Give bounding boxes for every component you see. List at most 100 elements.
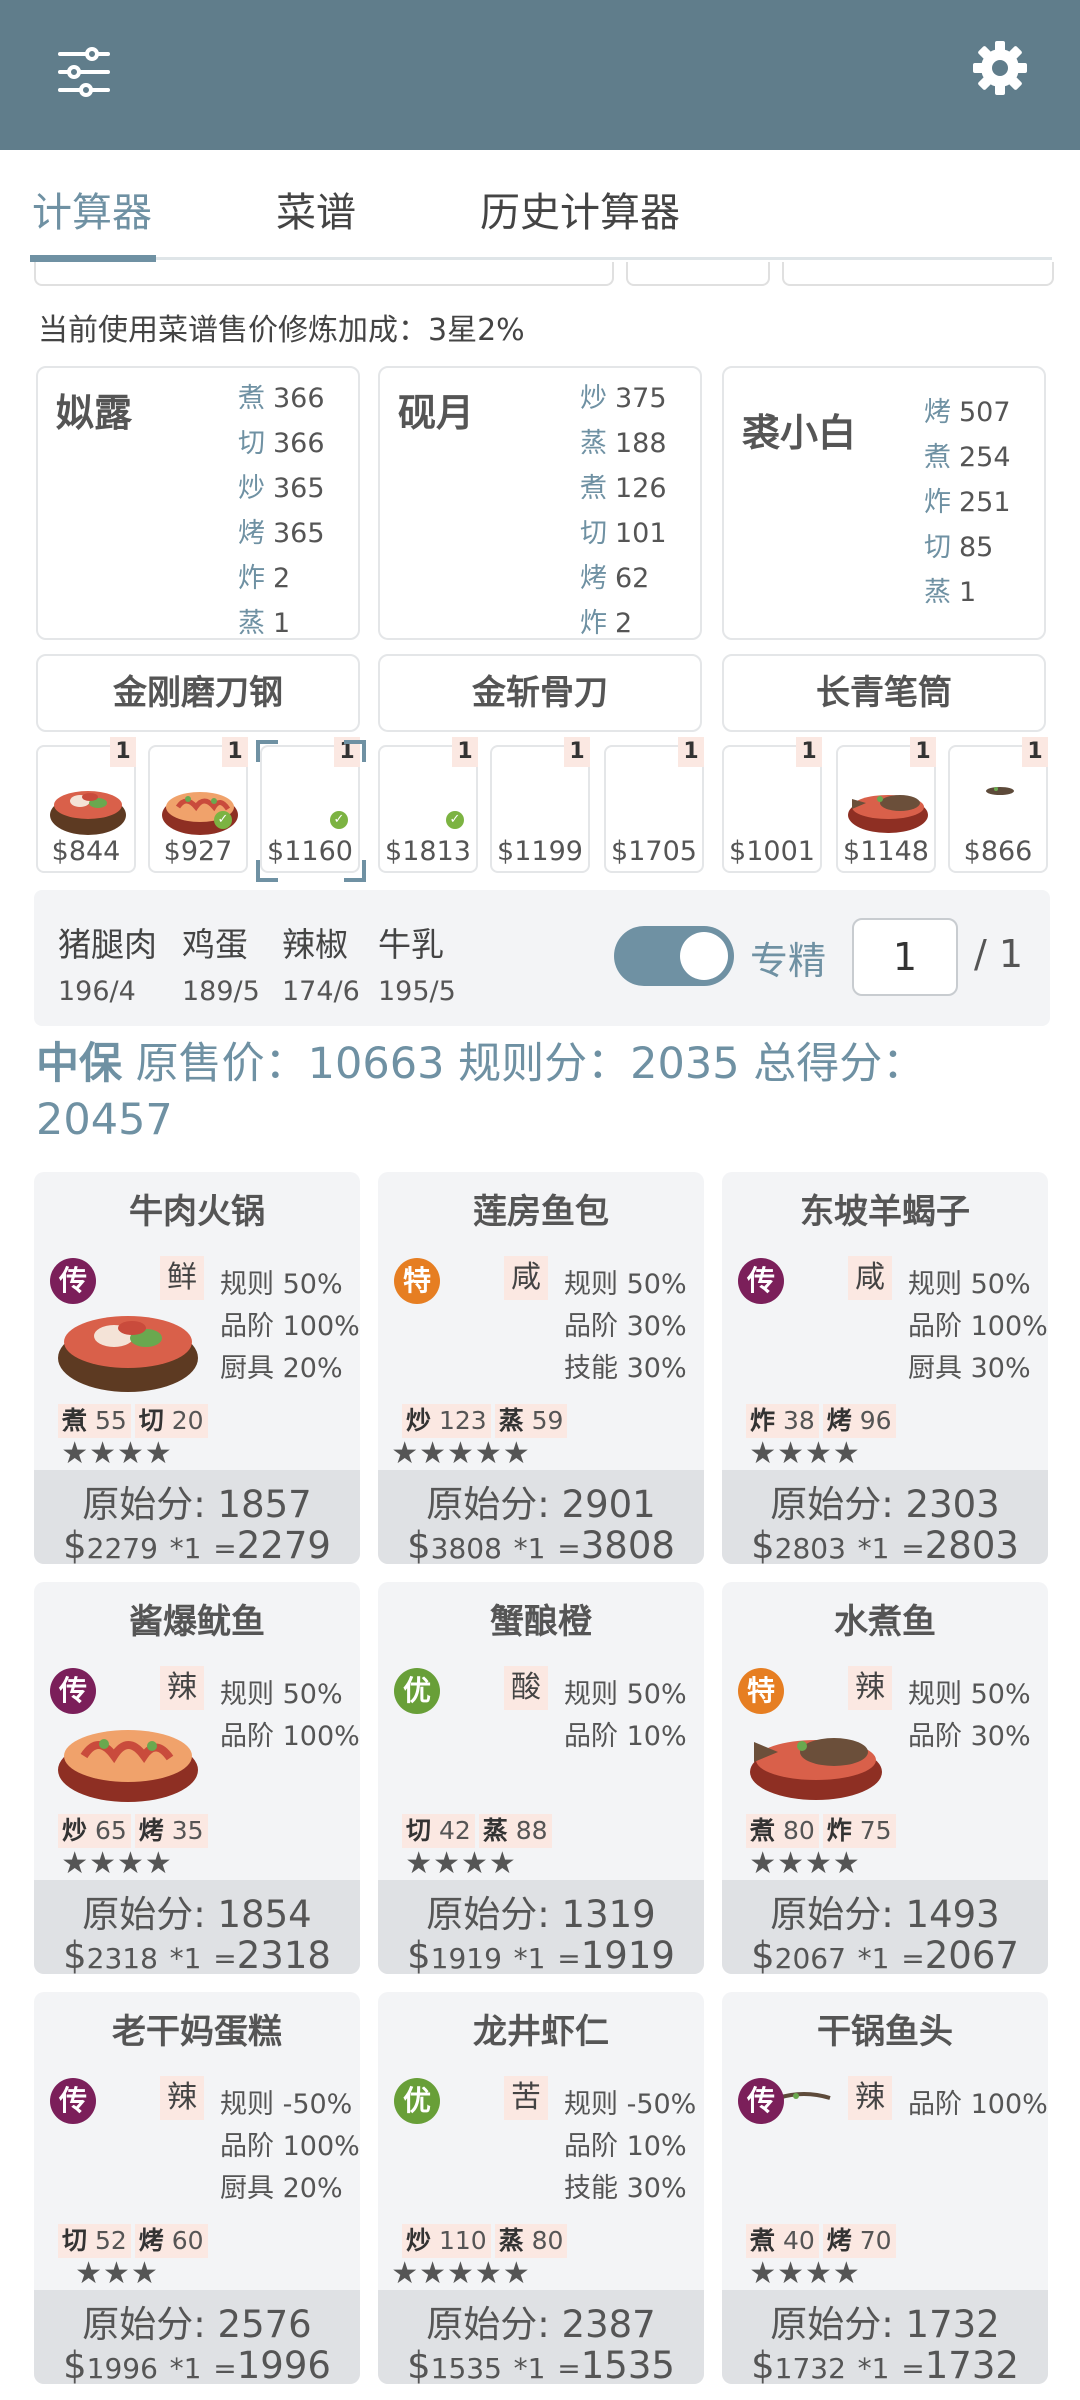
recipe-slot[interactable]: 1 $844 — [36, 737, 136, 873]
rarity-badge: 优 — [394, 2078, 440, 2124]
rarity-badge: 传 — [738, 1258, 784, 1304]
dish-rules: 规则 50% 品阶 100% 厨具 30% — [908, 1262, 1048, 1388]
dish-icon — [986, 787, 1014, 795]
recipe-slot[interactable]: 1 $866 — [948, 737, 1048, 873]
tab-bar: 计算器 菜谱 历史计算器 — [0, 150, 1080, 262]
quantity-input[interactable]: 1 — [852, 918, 958, 996]
raw-score: 原始分: 2303 — [770, 1483, 1000, 1526]
recipe-slot[interactable]: ✓ 1 $927 — [148, 737, 248, 873]
chef-skill: 蒸 188 — [580, 428, 667, 459]
tab-history-calculator[interactable]: 历史计算器 — [480, 180, 680, 238]
score-box: 原始分: 1732 $1732 *1 =1732 — [722, 2290, 1048, 2384]
sliders-icon[interactable] — [56, 44, 112, 100]
dish-card[interactable]: 东坡羊蝎子 传 咸 规则 50% 品阶 100% 厨具 30% 炸 38 烤 96 ★… — [722, 1172, 1048, 1564]
dish-name: 牛肉火锅 — [129, 1192, 265, 1232]
rule-line: 品阶 30% — [908, 1721, 1031, 1752]
check-icon: ✓ — [214, 811, 232, 829]
rarity-badge: 传 — [50, 1258, 96, 1304]
score-box: 原始分: 2901 $3808 *1 =3808 — [378, 1470, 704, 1564]
ingredient-item: 牛乳 195/5 — [378, 925, 456, 1007]
chef-card[interactable]: 裘小白 烤 507 煮 254 炸 251 切 85 蒸1 — [722, 366, 1046, 640]
chef-skill: 烤 62 — [580, 563, 650, 594]
equipment-button[interactable]: 金刚磨刀钢 — [36, 654, 360, 732]
rule-line: 规则 -50% — [564, 2089, 697, 2120]
dish-card[interactable]: 牛肉火锅 传 鲜 规则 50% 品阶 100% 厨具 20% 煮 55 切 20 ★★… — [34, 1172, 360, 1564]
flavor-badge: 咸 — [848, 1256, 892, 1300]
count-badge: 1 — [222, 737, 248, 767]
chef-card[interactable]: 砚月 炒 375 蒸 188 煮 126 切 101 烤 62 炸2 — [378, 366, 702, 640]
score-box: 原始分: 1319 $1919 *1 =1919 — [378, 1880, 704, 1974]
tab-recipes[interactable]: 菜谱 — [276, 180, 356, 238]
flavor-badge: 酸 — [504, 1666, 548, 1710]
price-bonus-text: 当前使用菜谱售价修炼加成：3星2% — [38, 313, 525, 348]
recipe-slot[interactable]: ✓ 1 $1813 — [378, 737, 478, 873]
skill-requirements: 炒 123 蒸 59 — [402, 1404, 571, 1438]
rule-line: 技能 30% — [564, 1353, 687, 1384]
selection-bracket — [256, 860, 278, 882]
star-rating: ★★★★ — [61, 1436, 173, 1471]
score-box: 原始分: 1857 $2279 *1 =2279 — [34, 1470, 360, 1564]
equipment-button[interactable]: 长青笔筒 — [722, 654, 1046, 732]
skill-requirement: 炒 65 — [58, 1814, 131, 1848]
slot-price: $1001 — [729, 836, 815, 867]
chef-skill: 烤 507 — [924, 397, 1011, 428]
price-calc: $2803 *1 =2803 — [751, 1524, 1019, 1564]
recipe-slot[interactable]: 1 $1001 — [722, 737, 822, 873]
chef-skill: 煮 366 — [238, 383, 325, 414]
dish-rules: 规则 -50% 品阶 100% 厨具 20% — [220, 2082, 360, 2208]
rarity-badge: 传 — [50, 1668, 96, 1714]
price-calc: $2067 *1 =2067 — [751, 1934, 1019, 1974]
equipment-button[interactable]: 金斩骨刀 — [378, 654, 702, 732]
tab-indicator — [30, 255, 156, 262]
skill-requirement: 切 52 — [58, 2224, 131, 2258]
count-badge: 1 — [796, 737, 822, 767]
chef-card[interactable]: 姒露 煮 366 切 366 炒 365 烤 365 炸2 蒸1 — [36, 366, 360, 640]
recipe-slot[interactable]: ✓ 1 $1160 — [260, 737, 360, 873]
gear-icon[interactable] — [970, 38, 1030, 98]
dish-rules: 规则 50% 品阶 30% — [908, 1672, 1031, 1756]
chef-skill: 煮 126 — [580, 473, 667, 504]
score-summary: 中保 原售价：10663 规则分：2035 总得分：20457 — [36, 1039, 926, 1145]
price-calc: $3808 *1 =3808 — [407, 1524, 675, 1564]
star-rating: ★★★★★ — [391, 2256, 531, 2291]
raw-score: 原始分: 2387 — [426, 2303, 656, 2346]
tab-divider — [156, 257, 1052, 260]
rule-line: 品阶 100% — [908, 1311, 1048, 1342]
recipe-slot[interactable]: 1 $1199 — [490, 737, 590, 873]
dish-card[interactable]: 酱爆鱿鱼 传 辣 规则 50% 品阶 100% 炒 65 烤 35 ★★★★ 原始分… — [34, 1582, 360, 1974]
quantity-total: / 1 — [974, 932, 1024, 976]
chef-skill: 炸 251 — [924, 487, 1011, 518]
tab-calculator[interactable]: 计算器 — [32, 180, 152, 238]
dish-card[interactable]: 干锅鱼头 传 辣 品阶 100% 煮 40 烤 70 ★★★★ 原始分: 1732… — [722, 1992, 1048, 2384]
squid-dish-icon — [58, 1730, 198, 1802]
recipe-slot[interactable]: 1 $1148 — [836, 737, 936, 873]
toggle-knob — [680, 932, 728, 980]
skill-requirements: 切 42 蒸 88 — [402, 1814, 556, 1848]
dish-card[interactable]: 老干妈蛋糕 传 辣 规则 -50% 品阶 100% 厨具 20% 切 52 烤 60 … — [34, 1992, 360, 2384]
squid-dish-icon — [162, 792, 238, 835]
recipe-slot[interactable]: 1 $1705 — [604, 737, 704, 873]
price-calc: $1996 *1 =1996 — [63, 2344, 331, 2384]
selection-bracket — [344, 740, 366, 762]
dish-card[interactable]: 蟹酿橙 优 酸 规则 50% 品阶 10% 切 42 蒸 88 ★★★★ 原始分: … — [378, 1582, 704, 1974]
price-calc: $2318 *1 =2318 — [63, 1934, 331, 1974]
dish-rules: 规则 50% 品阶 100% 厨具 20% — [220, 1262, 360, 1388]
dish-card[interactable]: 莲房鱼包 特 咸 规则 50% 品阶 30% 技能 30% 炒 123 蒸 59 ★★… — [378, 1172, 704, 1564]
dish-card[interactable]: 龙井虾仁 优 苦 规则 -50% 品阶 10% 技能 30% 炒 110 蒸 80 ★… — [378, 1992, 704, 2384]
rarity-badge: 特 — [738, 1668, 784, 1714]
dish-rules: 规则 50% 品阶 30% 技能 30% — [564, 1262, 687, 1388]
dish-name: 干锅鱼头 — [817, 2012, 953, 2052]
specialize-toggle[interactable] — [614, 926, 734, 986]
chef-skill: 煮 254 — [924, 442, 1011, 473]
dish-card[interactable]: 水煮鱼 特 辣 规则 50% 品阶 30% 煮 80 炸 75 ★★★★ 原始分: … — [722, 1582, 1048, 1974]
slot-price: $1813 — [385, 836, 471, 867]
rule-line: 规则 50% — [908, 1269, 1031, 1300]
count-badge: 1 — [910, 737, 936, 767]
rule-line: 品阶 30% — [564, 1311, 687, 1342]
check-icon: ✓ — [446, 811, 464, 829]
dish-name: 蟹酿橙 — [490, 1602, 592, 1642]
score-box: 原始分: 2387 $1535 *1 =1535 — [378, 2290, 704, 2384]
score-box: 原始分: 1854 $2318 *1 =2318 — [34, 1880, 360, 1974]
slot-price: $1199 — [497, 836, 583, 867]
skill-requirement: 蒸 88 — [478, 1814, 552, 1848]
